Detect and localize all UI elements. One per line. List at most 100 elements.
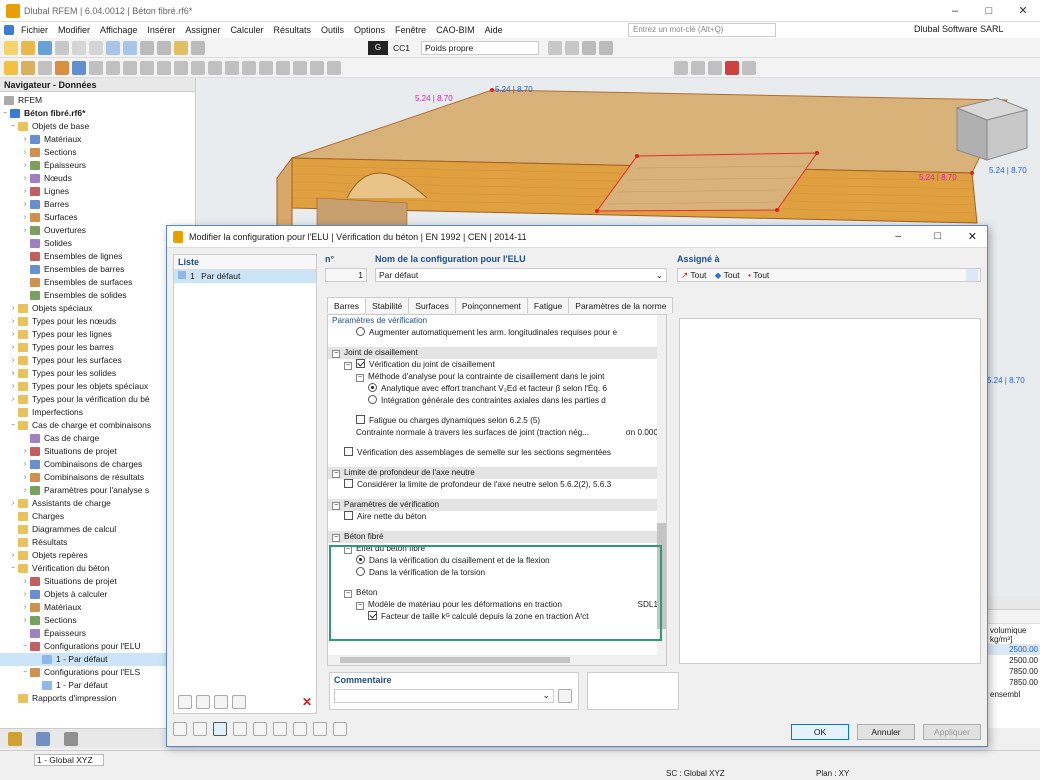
uncheck-item-icon[interactable] [232,695,246,709]
filter-icon[interactable] [599,40,614,55]
comment-input[interactable]: ⌄ [334,689,554,703]
support-icon[interactable] [106,60,120,75]
settings-row-value[interactable]: σn 0.000 [622,427,658,439]
menu-item-10[interactable]: CAO-BIM [431,25,480,35]
expand-toggle-icon[interactable]: − [8,419,18,432]
view2-icon[interactable] [123,40,137,55]
search-icon[interactable] [173,722,187,736]
measure-icon[interactable] [191,60,205,75]
undo-icon[interactable] [72,40,86,55]
menu-item-1[interactable]: Modifier [53,25,95,35]
redo-icon[interactable] [89,40,103,55]
line-icon[interactable] [38,60,52,75]
menu-item-11[interactable]: Aide [480,25,508,35]
expand-toggle-icon[interactable]: › [8,315,18,328]
tab-3[interactable]: Poinçonnement [454,297,528,313]
table-cell[interactable]: 7850.00 [988,666,1040,677]
settings-row[interactable]: Augmenter automatiquement les arm. longi… [328,327,660,339]
collapse-icon[interactable]: − [332,470,340,478]
table-view-icon[interactable] [293,722,307,736]
menu-item-8[interactable]: Options [349,25,390,35]
copy-icon[interactable] [259,60,273,75]
expand-toggle-icon[interactable]: › [8,393,18,406]
nav-video-icon[interactable] [64,732,78,746]
results-icon[interactable] [174,40,188,55]
tree-item[interactable]: − Objets de base [0,120,195,133]
expand-toggle-icon[interactable]: › [8,380,18,393]
save-icon[interactable] [38,40,52,55]
number-field[interactable]: 1 [325,268,367,282]
explode-icon[interactable] [310,60,324,75]
tab-5[interactable]: Paramètres de la norme [568,297,674,313]
name-select[interactable]: Par défaut ⌄ [375,268,667,282]
menu-item-2[interactable]: Affichage [95,25,142,35]
menu-item-5[interactable]: Calculer [225,25,268,35]
render-icon[interactable] [674,60,688,75]
radio-button[interactable] [368,395,377,404]
display-icon[interactable] [582,40,597,55]
app-menu-icon[interactable] [4,25,14,35]
expand-toggle-icon[interactable]: − [8,120,18,133]
settings-row[interactable]: − Vérification du joint de cisaillement [328,359,660,371]
new-item-icon[interactable] [178,695,192,709]
table-cell[interactable]: 2500.00 [988,644,1040,655]
expand-toggle-icon[interactable]: › [20,575,30,588]
menu-item-3[interactable]: Insérer [142,25,180,35]
checkbox[interactable] [344,511,353,520]
dialog-maximize-button[interactable]: □ [934,230,941,242]
assign-pick-icon[interactable] [966,269,978,281]
copy-item-icon[interactable] [196,695,210,709]
expand-toggle-icon[interactable]: › [8,367,18,380]
dimension-icon[interactable] [157,60,171,75]
horizontal-scrollbar[interactable] [328,655,666,665]
surface-icon[interactable] [72,60,86,75]
nav-data-icon[interactable] [8,732,22,746]
open-file-icon[interactable] [21,40,35,55]
expand-toggle-icon[interactable]: › [20,185,30,198]
section-icon[interactable] [174,60,188,75]
settings-row[interactable]: Considérer la limite de profondeur de l'… [328,479,660,491]
member-icon[interactable] [55,60,69,75]
calc-icon[interactable] [140,40,154,55]
tab-2[interactable]: Surfaces [408,297,456,313]
load-case-select[interactable]: Poids propre [421,40,540,55]
tree-item[interactable]: › Nœuds [0,172,195,185]
settings-row[interactable]: Analytique avec effort tranchant V₂Ed et… [328,383,660,395]
collapse-icon[interactable]: − [332,502,340,510]
expand-toggle-icon[interactable]: − [20,666,30,679]
color-icon[interactable] [213,722,227,736]
expand-toggle-icon[interactable]: › [8,341,18,354]
expand-toggle-icon[interactable]: › [20,601,30,614]
expand-toggle-icon[interactable]: › [8,497,18,510]
table-icon[interactable] [157,40,171,55]
next-load-icon[interactable] [565,40,580,55]
expand-toggle-icon[interactable]: › [20,445,30,458]
checkbox[interactable] [344,479,353,488]
new-file-icon[interactable] [4,40,18,55]
tab-1[interactable]: Stabilité [365,297,410,313]
list-item[interactable]: 1 Par défaut [174,270,316,283]
minimize-button[interactable]: – [938,0,972,22]
settings-icon[interactable] [742,60,756,75]
delete-item-icon[interactable]: ✕ [302,695,312,709]
snap-icon[interactable] [4,60,18,75]
print-icon[interactable] [55,40,69,55]
expand-toggle-icon[interactable]: › [20,198,30,211]
tab-0[interactable]: Barres [327,297,367,313]
extrude-icon[interactable] [327,60,341,75]
dialog-minimize-button[interactable]: – [895,231,901,242]
comment-copy-icon[interactable] [558,689,572,703]
tree-item[interactable]: › Épaisseurs [0,159,195,172]
grid-icon[interactable] [140,60,154,75]
nav-display-icon[interactable] [36,732,50,746]
view-icon[interactable] [106,40,120,55]
menu-item-9[interactable]: Fenêtre [390,25,431,35]
tree-item[interactable]: › Lignes [0,185,195,198]
settings-row[interactable]: Aire nette du béton [328,511,660,523]
wire-icon[interactable] [691,60,705,75]
tab-4[interactable]: Fatigue [526,297,570,313]
coord-system-select[interactable]: 1 - Global XYZ [34,754,104,766]
tree-item[interactable]: › Sections [0,146,195,159]
collapse-icon[interactable]: − [356,374,364,382]
expand-toggle-icon[interactable]: − [8,562,18,575]
